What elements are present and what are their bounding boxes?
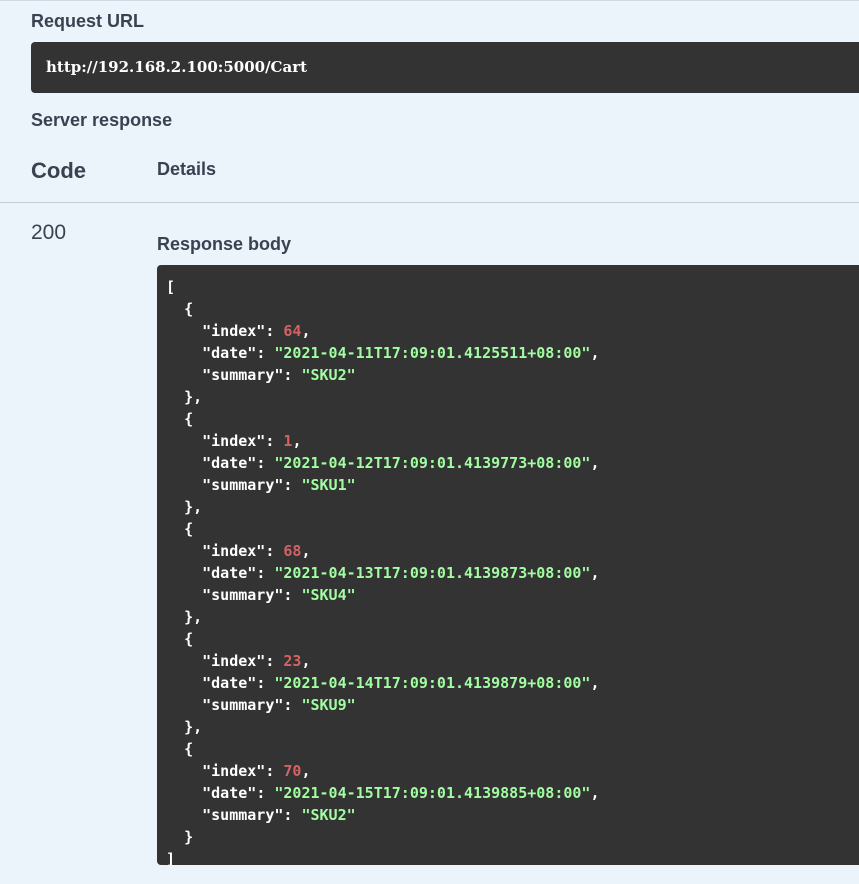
json-item-0: { "index": 64, "date": "2021-04-11T17:09… (184, 300, 600, 406)
item-date-value: "2021-04-14T17:09:01.4139879+08:00" (274, 674, 591, 692)
top-divider (0, 0, 859, 1)
json-item-3: { "index": 23, "date": "2021-04-14T17:09… (184, 630, 600, 736)
json-open-array: [ (166, 278, 176, 296)
response-body-label: Response body (157, 234, 292, 254)
item-summary-value: "SKU2" (301, 366, 356, 384)
table-header-divider (0, 202, 859, 203)
item-date-value: "2021-04-13T17:09:01.4139873+08:00" (274, 564, 591, 582)
item-index-value: 1 (283, 432, 293, 450)
response-body[interactable]: [ { "index": 64, "date": "2021-04-11T17:… (157, 265, 859, 865)
request-url-box: http://192.168.2.100:5000/Cart (31, 42, 859, 93)
item-index-value: 23 (283, 652, 302, 670)
item-summary-value: "SKU9" (301, 696, 356, 714)
json-item-1: { "index": 1, "date": "2021-04-12T17:09:… (184, 410, 600, 516)
json-item-2: { "index": 68, "date": "2021-04-13T17:09… (184, 520, 600, 626)
item-index-value: 64 (283, 322, 302, 340)
item-summary-value: "SKU1" (301, 476, 356, 494)
server-response-label: Server response (31, 110, 173, 130)
item-date-value: "2021-04-11T17:09:01.4125511+08:00" (274, 344, 591, 362)
json-close-array: ] (166, 850, 176, 865)
request-url-label: Request URL (31, 11, 145, 31)
details-column-header: Details (157, 159, 217, 179)
item-summary-value: "SKU4" (301, 586, 356, 604)
item-date-value: "2021-04-15T17:09:01.4139885+08:00" (274, 784, 591, 802)
json-item-4: { "index": 70, "date": "2021-04-15T17:09… (184, 740, 600, 846)
item-date-value: "2021-04-12T17:09:01.4139773+08:00" (274, 454, 591, 472)
code-column-header: Code (31, 158, 86, 183)
response-status-code: 200 (31, 221, 67, 244)
item-summary-value: "SKU2" (301, 806, 356, 824)
item-index-value: 68 (283, 542, 302, 560)
request-url-value[interactable]: http://192.168.2.100:5000/Cart (46, 58, 307, 76)
item-index-value: 70 (283, 762, 302, 780)
response-body-code: [ { "index": 64, "date": "2021-04-11T17:… (166, 276, 599, 865)
